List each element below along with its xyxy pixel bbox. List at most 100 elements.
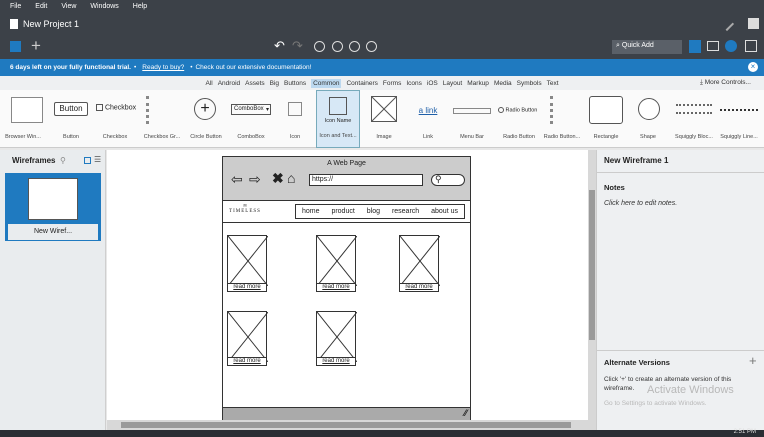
filter-all[interactable]: All [205, 80, 212, 87]
add-version-icon[interactable]: + [749, 353, 757, 368]
filter-android[interactable]: Android [218, 80, 240, 87]
image-placeholder [227, 235, 268, 286]
resize-grip-icon[interactable]: ⁄⁄ [464, 408, 467, 418]
undo-icon[interactable]: ↶ [274, 38, 285, 54]
image-placeholder-icon [400, 236, 440, 286]
close-x-icon[interactable]: ✖ [272, 170, 284, 187]
lib-checkbox-group[interactable]: Checkbox Gr... [140, 90, 184, 148]
filter-icon[interactable]: ⚲ [60, 156, 66, 165]
logo: ∞ TIMELESS [225, 203, 265, 214]
nav-about-us[interactable]: about us [431, 208, 458, 215]
url-bar[interactable]: https:// [309, 174, 423, 186]
nav-blog[interactable]: blog [367, 208, 380, 215]
lib-shape[interactable]: Shape [630, 90, 666, 148]
read-more-link[interactable]: read more [227, 357, 267, 366]
menu-help[interactable]: Help [133, 3, 147, 10]
add-icon[interactable]: + [31, 36, 41, 56]
wireframe-view-icon[interactable] [10, 41, 21, 52]
lib-image[interactable]: Image [364, 90, 404, 148]
menu-edit[interactable]: Edit [35, 3, 47, 10]
search-pill[interactable]: ⚲ [431, 174, 465, 186]
read-more-link[interactable]: read more [399, 283, 439, 292]
more-controls-button[interactable]: ⤓ More Controls... [700, 79, 751, 87]
filter-common[interactable]: Common [311, 78, 342, 88]
lib-combobox[interactable]: ComboBox ▾ ComboBox [228, 90, 274, 148]
thumbnail-label: New Wiref... [8, 224, 98, 240]
site-nav: ∞ TIMELESS home product blog research ab… [223, 201, 470, 223]
list-view-icon[interactable]: ☰ [94, 155, 101, 164]
info-icon[interactable] [725, 40, 737, 52]
quick-add-label: Quick Add [621, 42, 654, 49]
document-icon [10, 19, 18, 29]
lib-button[interactable]: Button Button [50, 90, 92, 148]
image-placeholder-icon [228, 312, 268, 362]
project-title: New Project 1 [23, 19, 80, 29]
nav-research[interactable]: research [392, 208, 419, 215]
zoom-out-icon[interactable] [349, 41, 360, 52]
title-bar: New Project 1 [0, 13, 764, 35]
filter-symbols[interactable]: Symbols [517, 80, 542, 87]
image-placeholder [316, 235, 357, 286]
canvas-scrollbar[interactable] [588, 150, 596, 430]
lib-icon-and-text[interactable]: Icon Name Icon and Text... [316, 90, 360, 148]
zoom-fit-icon[interactable] [314, 41, 325, 52]
menu-view[interactable]: View [61, 3, 76, 10]
menu-file[interactable]: File [10, 3, 21, 10]
properties-panel: New Wireframe 1 Notes Click here to edit… [596, 150, 764, 430]
docs-text[interactable]: Check out our extensive documentation! [195, 64, 311, 71]
grid-view-icon[interactable] [689, 40, 701, 53]
filter-assets[interactable]: Assets [245, 80, 265, 87]
lib-radio-button-group[interactable]: Radio Button... [542, 90, 582, 148]
lib-squiggly-block[interactable]: Squiggly Bloc... [672, 90, 716, 148]
filter-text[interactable]: Text [547, 80, 559, 87]
wireframe-browser-window[interactable]: A Web Page ⇦ ⇨ ✖ ⌂ https:// ⚲ ∞ TIMELESS… [222, 156, 471, 422]
lib-link[interactable]: a link Link [408, 90, 448, 148]
nav-product[interactable]: product [331, 208, 354, 215]
canvas-horizontal-scrollbar[interactable] [107, 420, 588, 430]
zoom-in-icon[interactable] [332, 41, 343, 52]
lib-menu-bar[interactable]: Menu Bar [450, 90, 494, 148]
notes-field[interactable]: Click here to edit notes. [604, 200, 677, 207]
user-avatar-icon[interactable] [748, 18, 759, 29]
lib-radio-button[interactable]: Radio Button Radio Button [496, 90, 542, 148]
wireframe-thumbnail[interactable]: New Wiref... [5, 173, 101, 241]
lib-circle-button[interactable]: + Circle Button [186, 90, 226, 148]
lib-icon[interactable]: Icon [278, 90, 312, 148]
pencil-icon[interactable] [719, 16, 735, 32]
lib-checkbox[interactable]: Checkbox Checkbox [92, 90, 138, 148]
filter-forms[interactable]: Forms [383, 80, 401, 87]
read-more-link[interactable]: read more [316, 357, 356, 366]
buy-link[interactable]: Ready to buy? [142, 64, 184, 71]
quick-add-field[interactable]: ⌕ Quick Add [612, 40, 682, 54]
close-icon[interactable]: × [748, 62, 758, 72]
scrollbar-thumb[interactable] [589, 190, 595, 340]
lib-browser-window[interactable]: Browser Win... [3, 90, 43, 148]
read-more-link[interactable]: read more [227, 283, 267, 292]
lib-squiggly-line[interactable]: Squiggly Line... [716, 90, 762, 148]
redo-icon[interactable]: ↷ [292, 38, 303, 54]
filter-icons[interactable]: Icons [406, 80, 422, 87]
home-icon[interactable]: ⌂ [287, 170, 295, 186]
browser-header: A Web Page ⇦ ⇨ ✖ ⌂ https:// ⚲ [223, 157, 470, 201]
toolbar: + ↶ ↷ ⌕ Quick Add [0, 35, 764, 59]
page-icon[interactable] [84, 157, 91, 164]
filter-layout[interactable]: Layout [443, 80, 463, 87]
zoom-reset-icon[interactable] [366, 41, 377, 52]
filter-containers[interactable]: Containers [346, 80, 377, 87]
present-icon[interactable] [745, 40, 757, 52]
h-scrollbar-thumb[interactable] [121, 422, 571, 428]
filter-big[interactable]: Big [270, 80, 279, 87]
forward-arrow-icon[interactable]: ⇨ [249, 171, 261, 188]
filter-markup[interactable]: Markup [467, 80, 489, 87]
filter-buttons[interactable]: Buttons [284, 80, 306, 87]
wireframe-name[interactable]: New Wireframe 1 [604, 156, 668, 165]
nav-home[interactable]: home [302, 208, 320, 215]
read-more-link[interactable]: read more [316, 283, 356, 292]
back-arrow-icon[interactable]: ⇦ [231, 171, 243, 188]
filter-media[interactable]: Media [494, 80, 512, 87]
menu-windows[interactable]: Windows [90, 3, 118, 10]
comment-icon[interactable] [707, 41, 719, 51]
filter-ios[interactable]: iOS [427, 80, 438, 87]
lib-rectangle[interactable]: Rectangle [586, 90, 626, 148]
lib-checkbox-preview: Checkbox [104, 104, 137, 112]
